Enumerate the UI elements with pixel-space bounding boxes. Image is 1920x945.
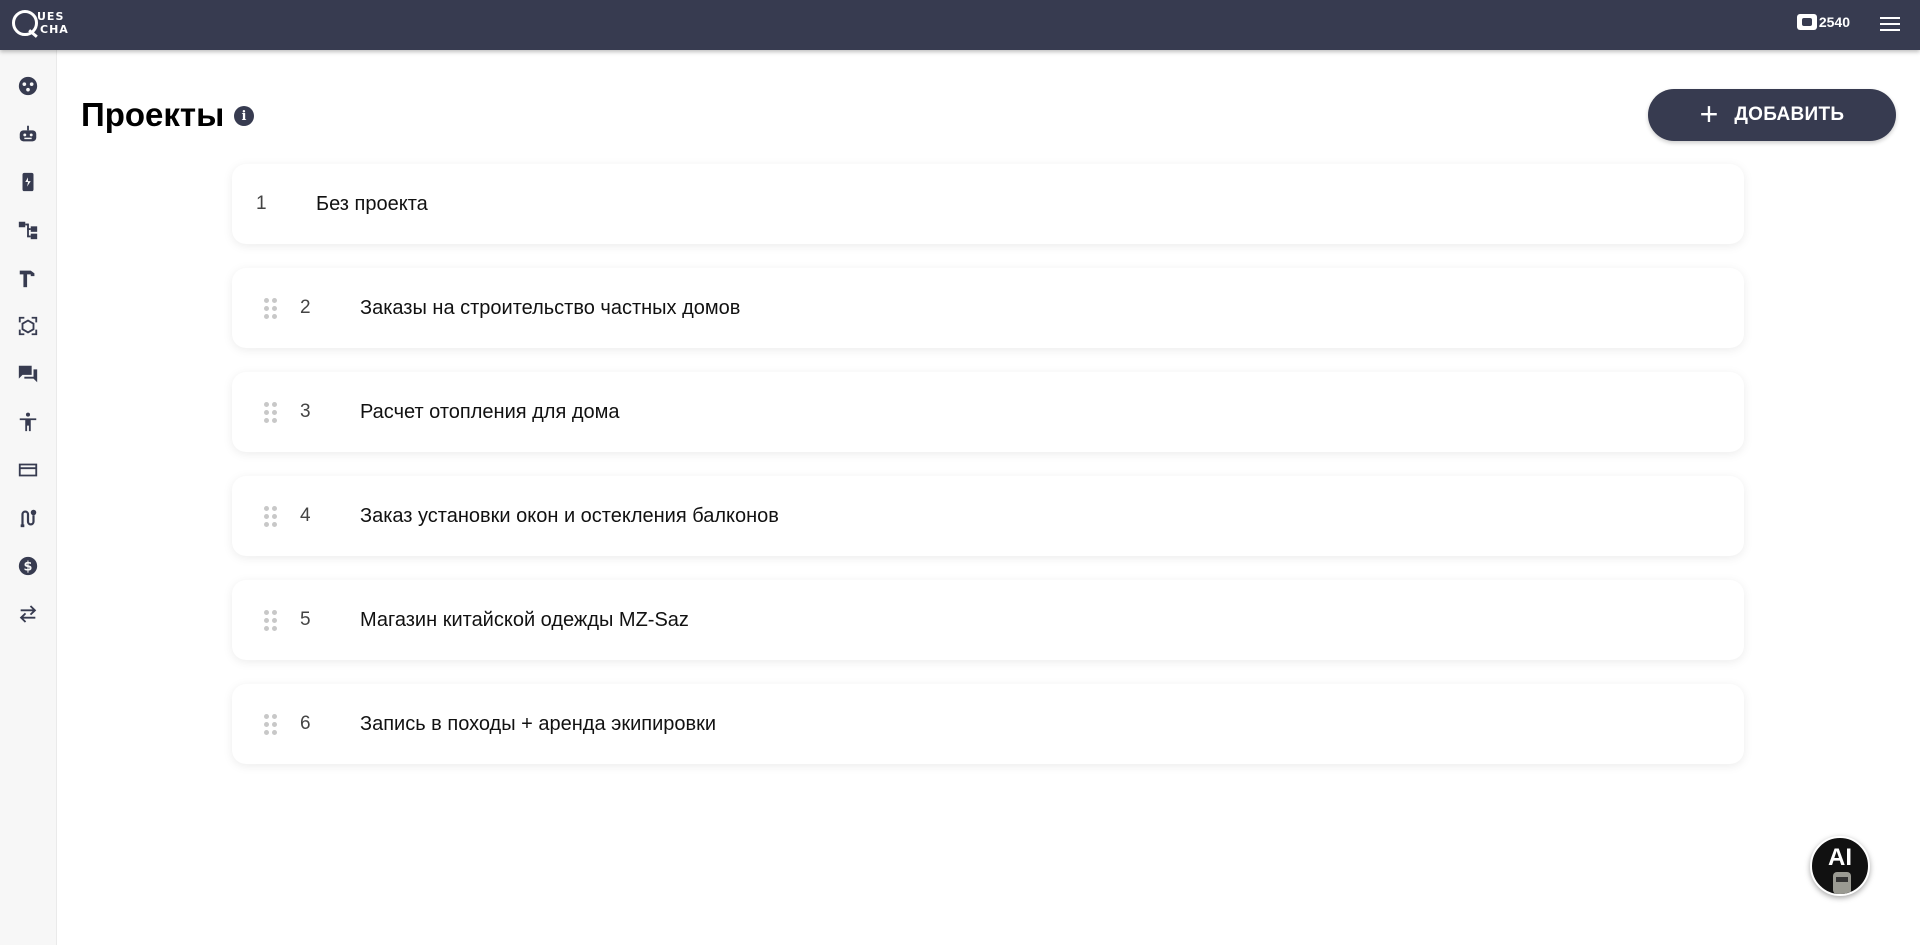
- project-number: 4: [300, 505, 311, 526]
- ai-assistant-button[interactable]: AI: [1810, 836, 1870, 896]
- project-number: 5: [300, 609, 311, 630]
- robot-avatar-icon: [1833, 872, 1851, 894]
- add-project-button[interactable]: + ДОБАВИТЬ: [1648, 89, 1896, 141]
- project-name: Магазин китайской одежды MZ-Saz: [360, 608, 689, 631]
- sidebar-item-payments[interactable]: [16, 458, 40, 482]
- sidebar-item-routes[interactable]: [16, 506, 40, 530]
- robot-icon: [19, 125, 37, 142]
- project-row[interactable]: 5 Магазин китайской одежды MZ-Saz: [232, 580, 1744, 660]
- cube-icon: [18, 316, 38, 336]
- sidebar-item-dashboard[interactable]: [16, 74, 40, 98]
- logo-text-top: UES: [37, 10, 65, 23]
- project-number: 6: [300, 713, 311, 734]
- logo[interactable]: UES CHA: [10, 7, 70, 43]
- project-number: 2: [300, 297, 311, 318]
- menu-icon[interactable]: [1880, 17, 1900, 33]
- sidebar-item-tools[interactable]: [16, 266, 40, 290]
- plus-icon: +: [1699, 95, 1719, 132]
- route-icon: [20, 509, 37, 528]
- info-icon[interactable]: i: [234, 106, 254, 126]
- chat-icon: [18, 365, 38, 383]
- project-number: 3: [300, 401, 311, 422]
- sidebar-item-ar[interactable]: [16, 314, 40, 338]
- sidebar-item-bots[interactable]: [16, 122, 40, 146]
- sidebar: $: [0, 50, 57, 945]
- accessibility-icon: [19, 412, 37, 432]
- balance-value: 2540: [1818, 14, 1850, 30]
- ai-label: AI: [1828, 844, 1852, 871]
- swap-icon: [19, 605, 37, 623]
- drag-handle-icon[interactable]: [264, 402, 277, 423]
- project-name: Расчет отопления для дома: [360, 400, 620, 423]
- device-icon: [22, 172, 34, 192]
- logo-text-bottom: CHA: [40, 23, 69, 36]
- project-name: Без проекта: [316, 192, 428, 215]
- balance-display[interactable]: 2540: [1796, 14, 1850, 30]
- sidebar-item-billing[interactable]: $: [16, 554, 40, 578]
- sidebar-item-exchange[interactable]: [16, 602, 40, 626]
- project-row[interactable]: 4 Заказ установки окон и остекления балк…: [232, 476, 1744, 556]
- dollar-icon: $: [18, 556, 38, 576]
- svg-text:$: $: [24, 560, 33, 575]
- hierarchy-icon: [18, 221, 38, 240]
- sidebar-item-accessibility[interactable]: [16, 410, 40, 434]
- page-title: Проекты: [81, 96, 225, 133]
- sidebar-item-chats[interactable]: [16, 362, 40, 386]
- credit-card-icon: [18, 463, 38, 477]
- sidebar-item-structure[interactable]: [16, 218, 40, 242]
- drag-handle-icon[interactable]: [264, 610, 277, 631]
- dashboard-icon: [18, 76, 38, 96]
- drag-handle-icon[interactable]: [264, 298, 277, 319]
- project-number: 1: [256, 193, 267, 214]
- project-name: Заказы на строительство частных домов: [360, 296, 741, 319]
- top-bar: UES CHA 2540: [0, 0, 1920, 50]
- drag-handle-icon[interactable]: [264, 506, 277, 527]
- add-button-label: ДОБАВИТЬ: [1734, 104, 1845, 125]
- project-row[interactable]: 6 Запись в походы + аренда экипировки: [232, 684, 1744, 764]
- hammer-icon: [19, 270, 35, 288]
- sidebar-item-devices[interactable]: [16, 170, 40, 194]
- project-row[interactable]: 3 Расчет отопления для дома: [232, 372, 1744, 452]
- project-name: Заказ установки окон и остекления балкон…: [360, 504, 779, 527]
- project-row[interactable]: 2 Заказы на строительство частных домов: [232, 268, 1744, 348]
- project-name: Запись в походы + аренда экипировки: [360, 712, 717, 735]
- wallet-icon: [1796, 14, 1817, 30]
- project-row[interactable]: 1 Без проекта: [232, 164, 1744, 244]
- drag-handle-icon[interactable]: [264, 714, 277, 735]
